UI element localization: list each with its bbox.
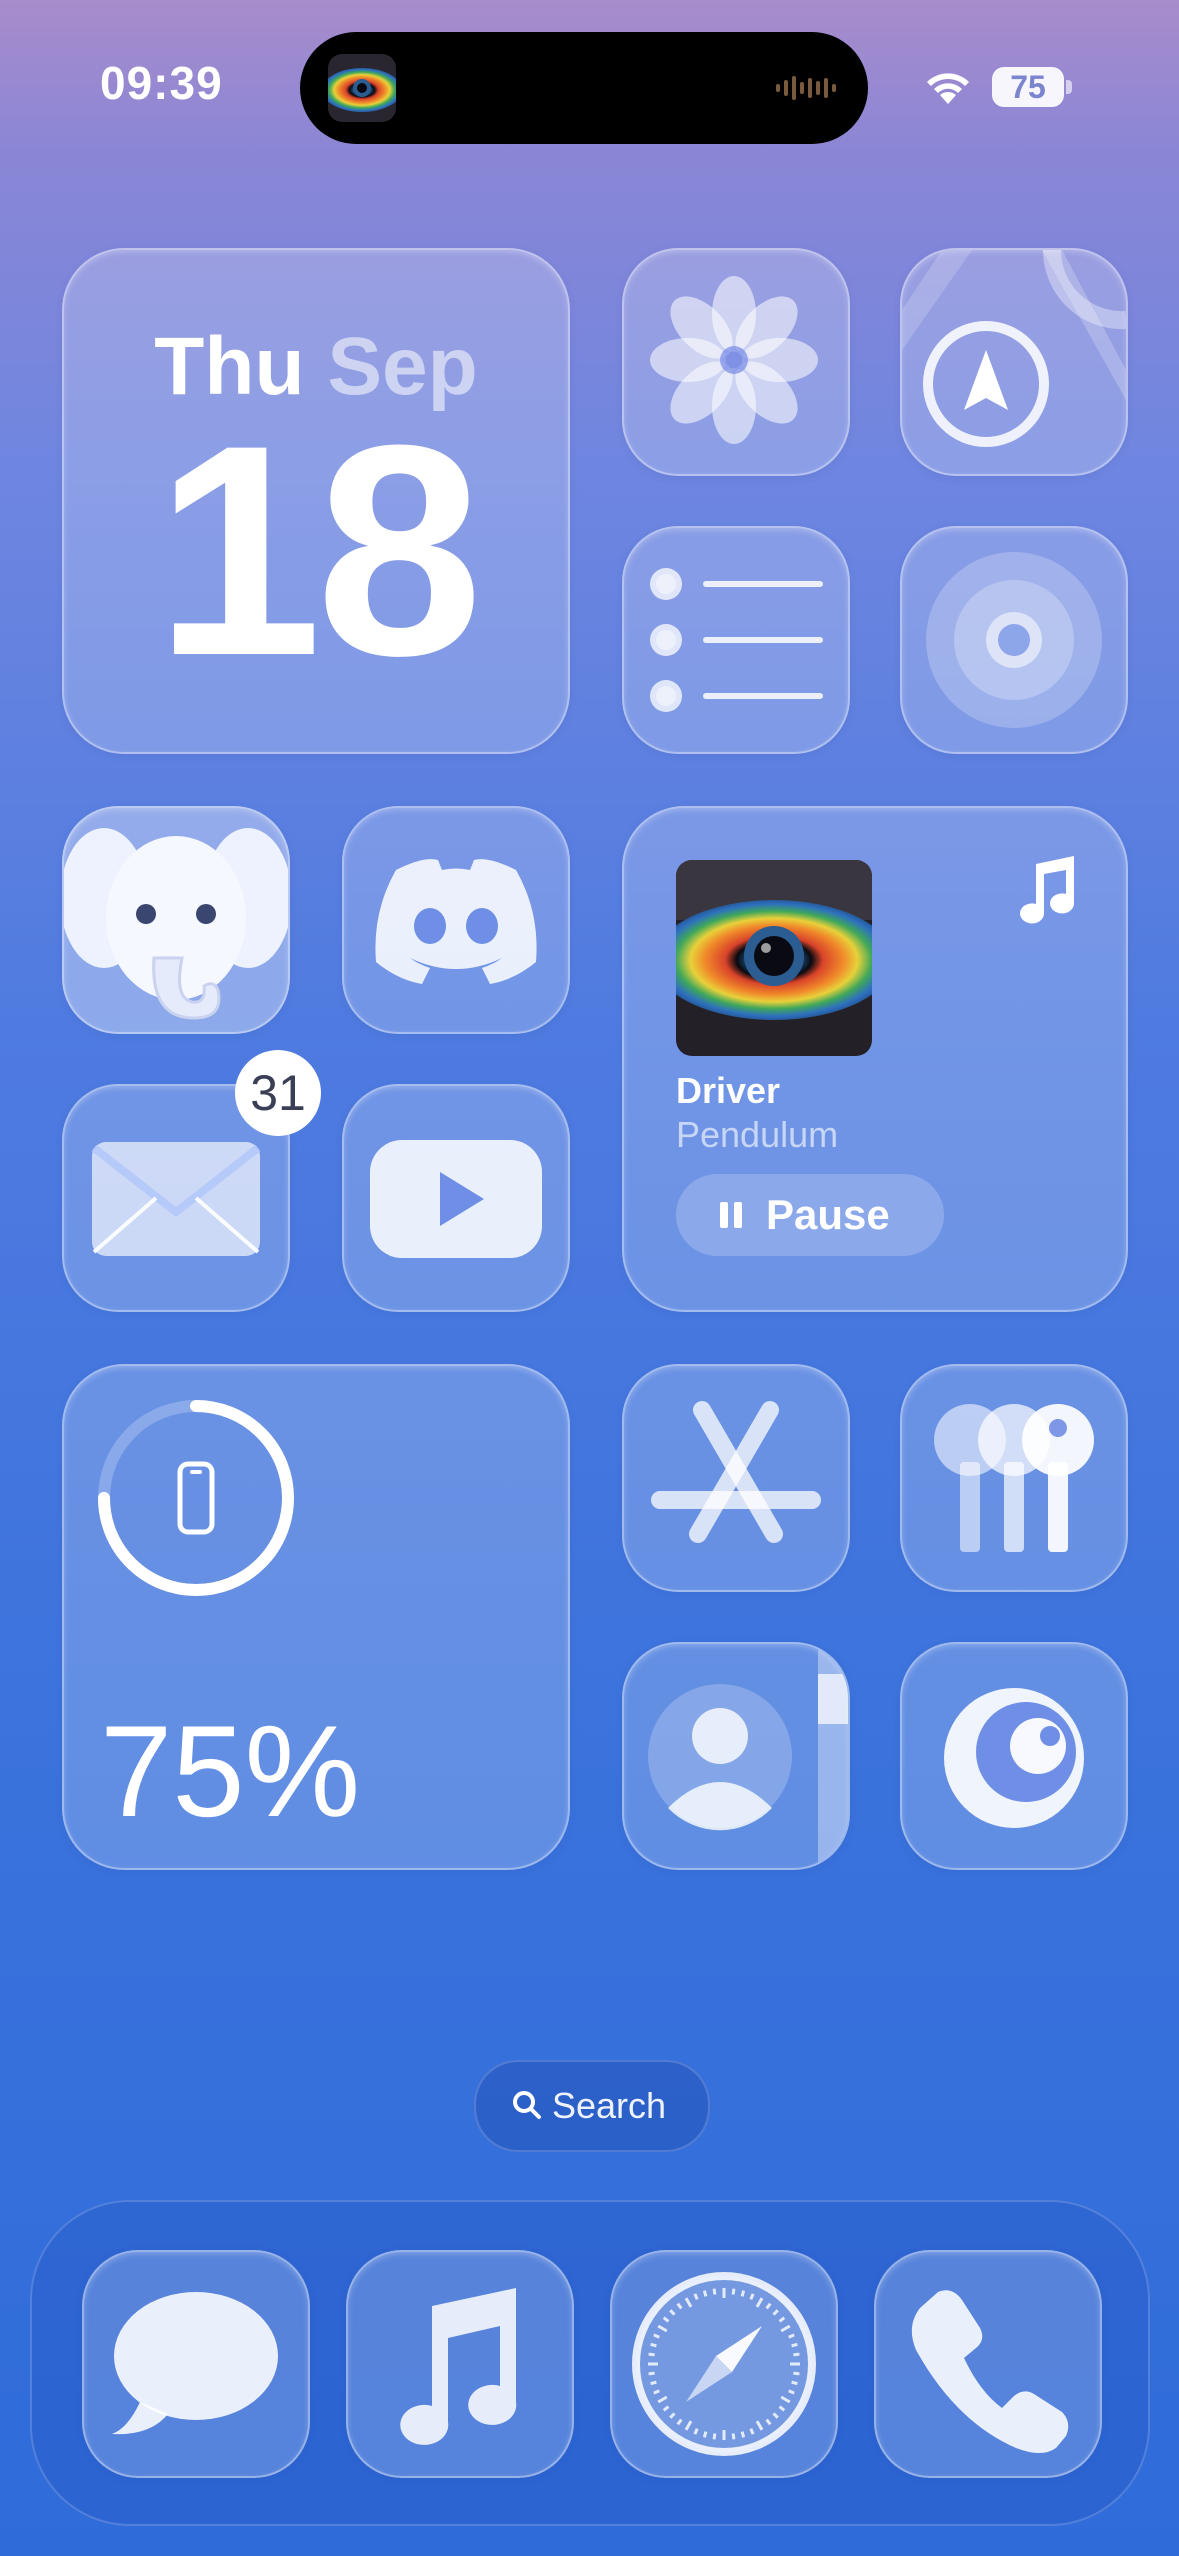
app-store-app[interactable]: [622, 1364, 850, 1592]
dynamic-island[interactable]: [300, 32, 868, 144]
music-icon: [400, 2288, 517, 2445]
battery-widget[interactable]: 75%: [62, 1364, 570, 1870]
messages-app[interactable]: [82, 2250, 310, 2478]
play-icon: [370, 1140, 542, 1258]
wifi-icon: [924, 68, 972, 106]
status-time: 09:39: [100, 57, 223, 109]
now-playing-widget[interactable]: Driver Pendulum Pause: [622, 806, 1128, 1312]
phone-app[interactable]: [874, 2250, 1102, 2478]
elephant-icon: [64, 828, 288, 1020]
crunchyroll-icon: [944, 1688, 1084, 1828]
contacts-icon: [648, 1644, 848, 1868]
music-app[interactable]: [346, 2250, 574, 2478]
reminders-app[interactable]: [622, 526, 850, 754]
reminders-icon: [650, 568, 823, 712]
phone-icon-small: [177, 1461, 215, 1535]
search-button[interactable]: Search: [474, 2060, 710, 2152]
discord-app[interactable]: [342, 806, 570, 1034]
music-note-icon: [1016, 856, 1080, 926]
song-title: Driver: [676, 1070, 781, 1111]
discord-icon: [375, 859, 537, 984]
battery-indicator: 75: [992, 67, 1064, 107]
youtube-app[interactable]: [342, 1084, 570, 1312]
keys-icon: [934, 1404, 1094, 1552]
calendar-widget[interactable]: Thu Sep 18: [62, 248, 570, 754]
pause-label: Pause: [766, 1191, 890, 1238]
album-art-thumbnail: [328, 54, 396, 122]
search-label: Search: [552, 2085, 667, 2126]
battery-tip: [1066, 80, 1072, 94]
phone-icon: [911, 2290, 1069, 2453]
passwords-app[interactable]: [900, 1364, 1128, 1592]
album-art: [676, 860, 872, 1056]
battery-ring: [98, 1400, 294, 1596]
search-icon: [512, 2090, 542, 2120]
mail-badge: 31: [235, 1050, 321, 1136]
photos-app[interactable]: [622, 248, 850, 476]
pause-icon: [716, 1200, 746, 1230]
artist-name: Pendulum: [676, 1114, 839, 1155]
safari-icon: [632, 2272, 816, 2456]
safari-app[interactable]: [610, 2250, 838, 2478]
dock: [30, 2200, 1150, 2526]
pause-button[interactable]: Pause: [676, 1174, 944, 1256]
photos-icon: [650, 276, 818, 444]
find-my-app[interactable]: [900, 526, 1128, 754]
audio-waveform-icon: [776, 72, 838, 104]
calendar-day-number: 18: [155, 382, 483, 718]
battery-percent: 75%: [100, 1698, 361, 1844]
app-store-icon: [651, 1401, 821, 1543]
mastodon-app[interactable]: [62, 806, 290, 1034]
contacts-app[interactable]: [622, 1642, 850, 1870]
crunchyroll-app[interactable]: [900, 1642, 1128, 1870]
maps-icon: [902, 250, 1126, 447]
maps-app[interactable]: [900, 248, 1128, 476]
find-my-icon: [926, 552, 1102, 728]
messages-icon: [112, 2292, 278, 2435]
